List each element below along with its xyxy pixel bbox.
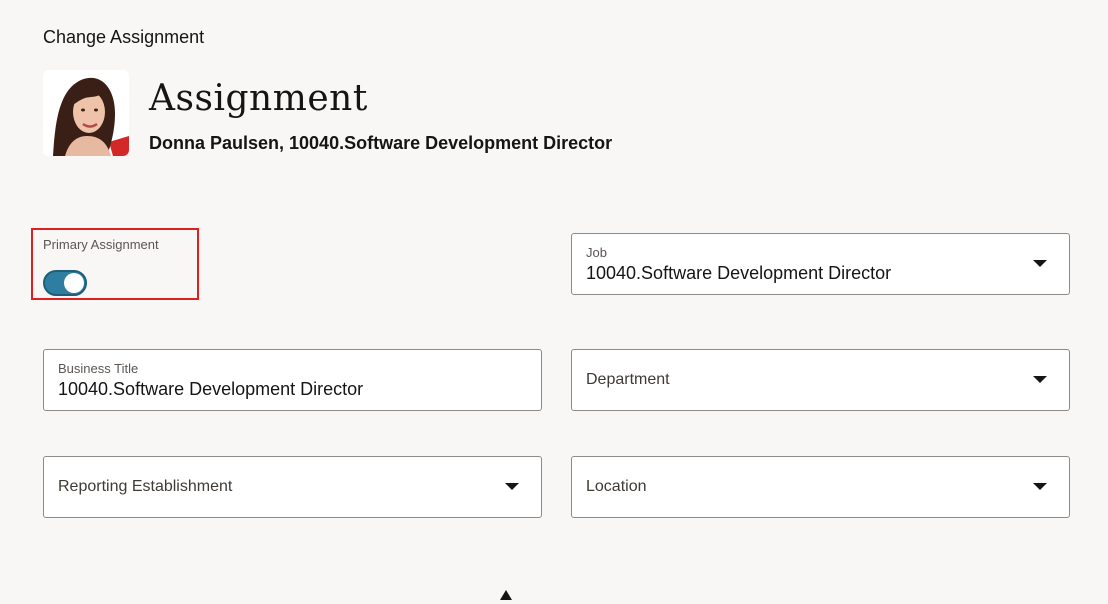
location-label: Location <box>586 478 647 495</box>
toggle-knob <box>64 273 84 293</box>
job-select[interactable]: Job 10040.Software Development Director <box>571 233 1070 295</box>
job-label: Job <box>586 245 607 260</box>
business-title-field[interactable]: Business Title 10040.Software Developmen… <box>43 349 542 411</box>
page-title: Change Assignment <box>43 27 205 47</box>
business-title-value: 10040.Software Development Director <box>58 379 364 399</box>
department-label: Department <box>586 371 670 388</box>
chevron-down-icon <box>1033 483 1047 490</box>
reporting-establishment-label: Reporting Establishment <box>58 478 233 495</box>
avatar <box>43 70 129 156</box>
primary-assignment-label: Primary Assignment <box>43 237 159 252</box>
department-select[interactable]: Department <box>571 349 1070 411</box>
reporting-establishment-select[interactable]: Reporting Establishment <box>43 456 542 518</box>
chevron-down-icon <box>1033 260 1047 267</box>
chevron-down-icon <box>505 483 519 490</box>
business-title-label: Business Title <box>58 361 139 376</box>
job-value: 10040.Software Development Director <box>586 263 892 283</box>
person-photo-icon <box>43 70 129 156</box>
primary-assignment-group: Primary Assignment <box>31 228 199 300</box>
section-heading: Assignment <box>149 78 368 119</box>
chevron-down-icon <box>1033 376 1047 383</box>
pointer-icon <box>500 590 512 600</box>
location-select[interactable]: Location <box>571 456 1070 518</box>
primary-assignment-toggle[interactable] <box>43 270 87 296</box>
employee-subheading: Donna Paulsen, 10040.Software Developmen… <box>149 133 613 153</box>
